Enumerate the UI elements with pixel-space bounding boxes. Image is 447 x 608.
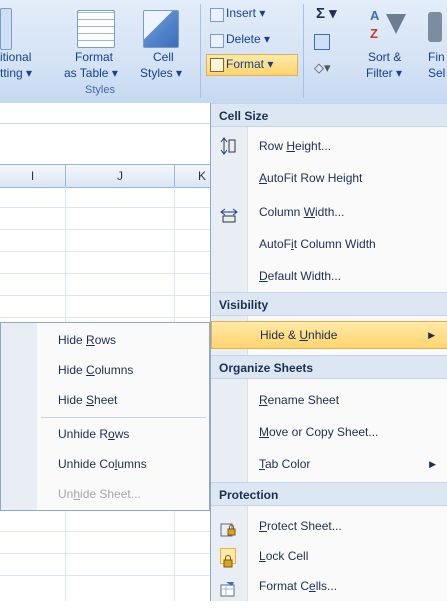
grid-line [0,207,210,208]
menu-item-autofit-row-height[interactable]: AutoFit Row Height [211,163,447,193]
menu-item-tab-color[interactable]: Tab Color ▶ [211,449,447,479]
delete-button[interactable]: Delete ▾ [226,32,270,46]
section-organize-sheets: Organize Sheets [211,355,447,379]
ribbon: itional tting ▾ Format as Table ▾ Cell S… [0,0,447,104]
grid-gap [0,124,210,164]
grid-line [0,575,210,576]
find-select-label-2[interactable]: Sel [428,66,445,80]
menu-item-row-height[interactable]: Row Height... [211,131,447,161]
cell-styles-label-1[interactable]: Cell [153,50,174,64]
format-as-table-icon[interactable] [77,10,115,48]
conditional-formatting-label-1[interactable]: itional [0,50,31,64]
submenu-arrow-icon: ▶ [428,330,435,340]
submenu-item-hide-rows[interactable]: Hide Rows [1,325,209,355]
delete-cells-icon[interactable] [210,34,224,48]
fill-icon[interactable] [314,34,330,50]
grid-line [0,295,210,296]
submenu-separator [41,417,206,418]
column-header-k[interactable]: K [175,165,210,187]
menu-item-hide-unhide[interactable]: Hide & Unhide ▶ [211,321,447,349]
group-separator [303,4,304,98]
sort-filter-label-1[interactable]: Sort & [368,50,401,64]
group-separator [200,4,201,98]
cell-styles-icon[interactable] [143,10,179,48]
column-header-j[interactable]: J [66,165,175,187]
column-width-icon [220,204,238,223]
cell-styles-label-2[interactable]: Styles ▾ [140,66,182,80]
submenu-arrow-icon: ▶ [429,459,436,469]
menu-item-move-copy-sheet[interactable]: Move or Copy Sheet... [211,417,447,447]
format-as-table-label-2[interactable]: as Table ▾ [64,66,118,80]
grid-line [0,531,210,532]
column-headers: I J K [0,164,210,188]
sort-filter-icon[interactable]: A Z [370,8,406,46]
grid-line [0,273,210,274]
submenu-item-hide-columns[interactable]: Hide Columns [1,355,209,385]
format-button-label[interactable]: Format ▾ [226,57,273,71]
menu-item-format-cells[interactable]: Format Cells... [211,571,447,601]
format-cells-icon [220,578,236,597]
submenu-item-hide-sheet[interactable]: Hide Sheet [1,385,209,415]
clear-icon[interactable]: ◇▾ [314,60,331,76]
section-protection: Protection [211,482,447,506]
autosum-button[interactable]: Σ ▾ [316,4,337,22]
menu-item-lock-cell[interactable]: Lock Cell [211,541,447,571]
find-select-label-1[interactable]: Fin [428,50,445,64]
submenu-item-unhide-sheet: Unhide Sheet... [58,487,141,501]
row-height-icon [220,136,236,155]
grid-line [0,317,210,318]
column-header-i[interactable]: I [0,165,66,187]
menu-item-column-width[interactable]: Column Width... [211,197,447,227]
insert-button[interactable]: Insert ▾ [226,6,265,20]
hide-unhide-submenu: Hide Rows Hide Columns Hide Sheet Unhide… [0,322,210,511]
grid-line [0,251,210,252]
section-cell-size: Cell Size [211,103,447,127]
sort-filter-label-2[interactable]: Filter ▾ [366,66,402,80]
menu-item-protect-sheet[interactable]: Protect Sheet... [211,511,447,541]
submenu-item-unhide-columns[interactable]: Unhide Columns [1,449,209,479]
menu-item-autofit-column-width[interactable]: AutoFit Column Width [211,229,447,259]
menu-item-rename-sheet[interactable]: Rename Sheet [211,385,447,415]
insert-cells-icon[interactable] [210,8,224,22]
conditional-formatting-icon[interactable] [0,8,12,50]
protect-sheet-icon [220,518,236,537]
menu-item-default-width[interactable]: Default Width... [211,261,447,291]
conditional-formatting-label-2[interactable]: tting ▾ [0,66,32,80]
section-visibility: Visibility [211,292,447,316]
format-cells-icon [210,58,224,72]
styles-group-label: Styles [85,84,115,96]
formula-bar[interactable] [0,103,210,124]
submenu-item-unhide-rows[interactable]: Unhide Rows [1,419,209,449]
format-as-table-label-1[interactable]: Format [75,50,113,64]
format-dropdown-menu: Cell Size Row Height... AutoFit Row Heig… [210,103,447,601]
grid-line [0,229,210,230]
find-select-icon[interactable] [428,12,442,42]
grid-line [0,553,210,554]
lock-icon [220,548,236,568]
